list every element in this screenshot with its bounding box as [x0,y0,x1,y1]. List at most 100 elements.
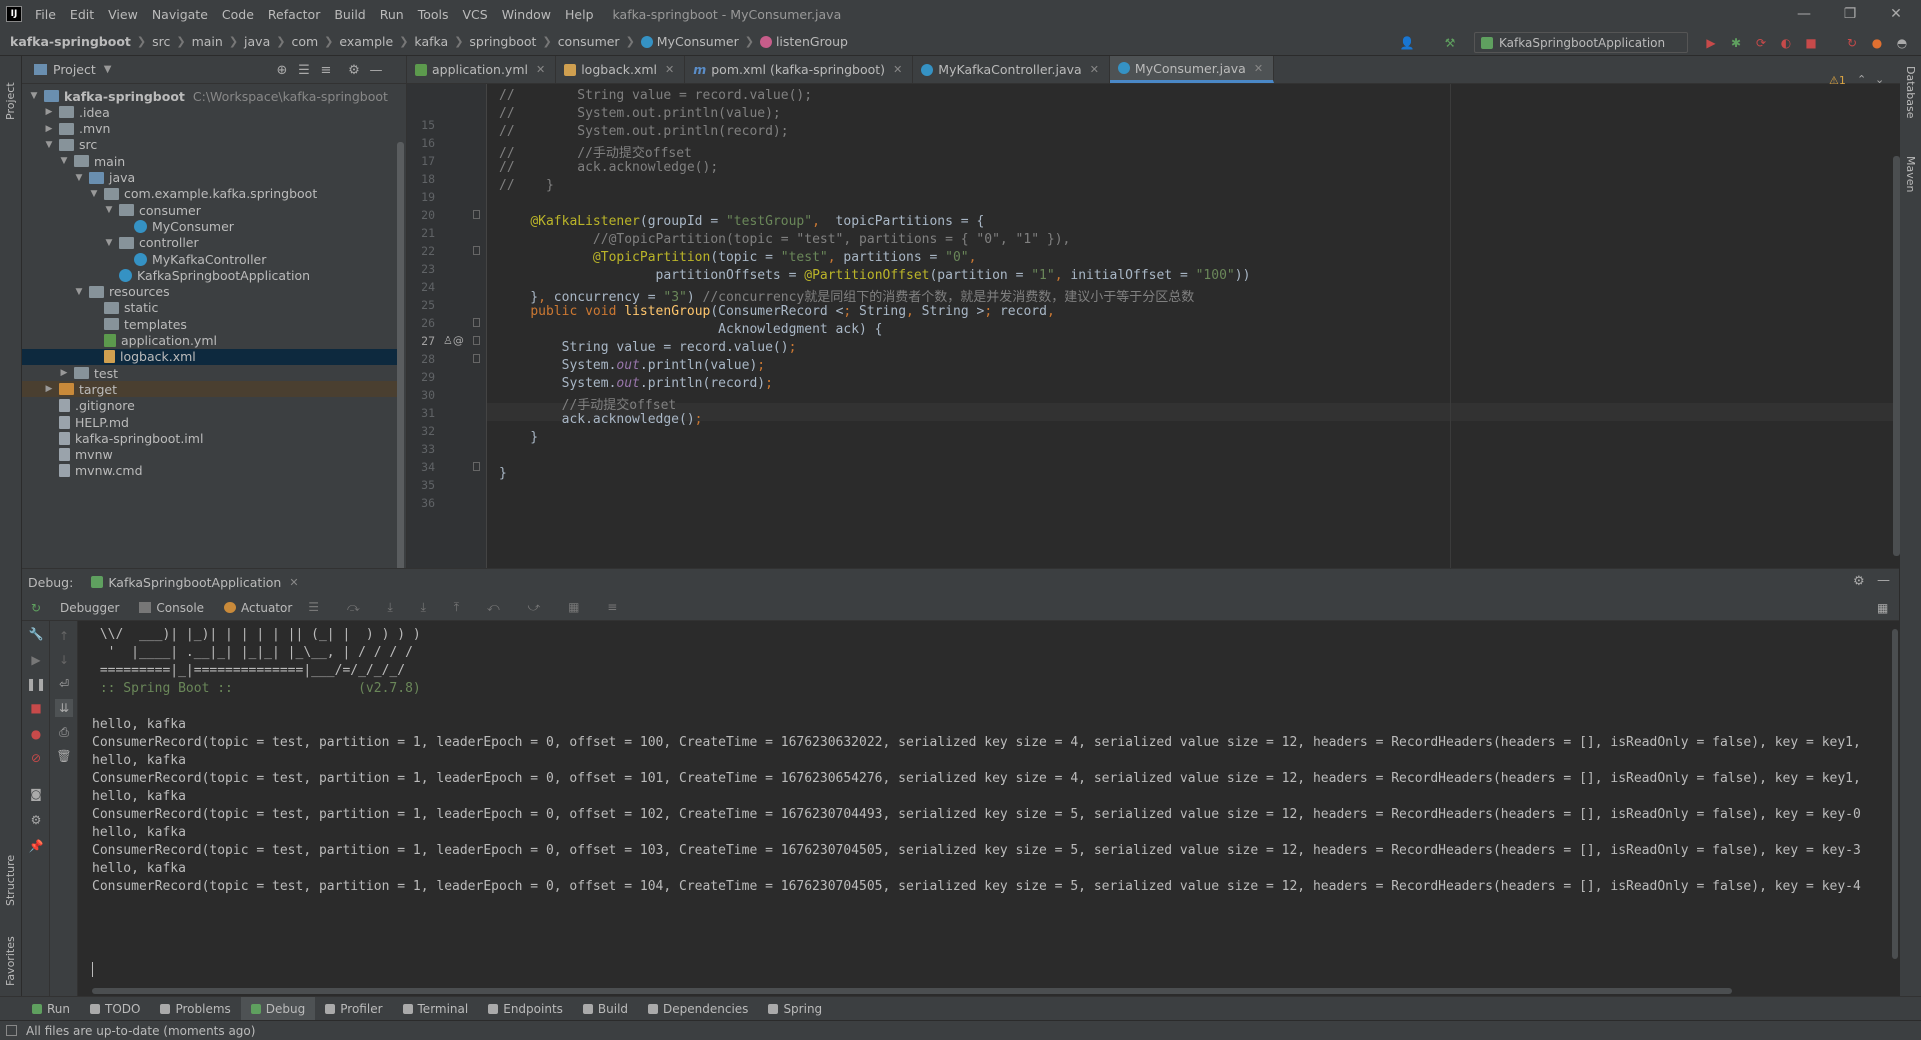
code-line[interactable]: // System.out.println(record); [499,124,789,139]
tree-item[interactable]: mvnw.cmd [22,463,398,479]
close-window-button[interactable]: ✕ [1873,0,1919,28]
chevron-down-icon[interactable]: ▼ [104,64,112,75]
expand-all-icon[interactable]: ☰ [296,62,312,78]
crumb-main[interactable]: main [192,34,223,49]
chevron-down-icon[interactable]: ▼ [88,189,100,199]
gear-icon[interactable]: ⚙ [346,62,362,78]
side-tab-favorites[interactable]: Favorites [4,916,17,986]
tree-item[interactable]: MyKafkaController [22,251,398,267]
layout-icon[interactable]: ▦ [1877,601,1888,615]
tree-item[interactable]: HELP.md [22,414,398,430]
chevron-right-icon[interactable]: ▶ [58,368,70,378]
menu-help[interactable]: Help [558,7,601,22]
build-hammer-icon[interactable]: ⚒ [1441,34,1459,52]
tree-item[interactable]: KafkaSpringbootApplication [22,267,398,283]
step-controls[interactable]: ☰ ⤼ ⤓ ⤓ ⤒ ⤺ ⤻ ▦ ≡ [308,600,629,615]
tree-item[interactable]: ▶ target [22,381,398,398]
tree-item[interactable]: templates [22,316,398,332]
chevron-down-icon[interactable]: ▼ [73,287,85,297]
crumb-consumer[interactable]: consumer [558,34,620,49]
coverage-icon[interactable]: ⟳ [1752,34,1770,52]
chevron-right-icon[interactable]: ▶ [43,107,55,117]
crumb-myconsumer[interactable]: MyConsumer [657,34,739,49]
chevron-right-icon[interactable]: ▶ [43,124,55,134]
stop-icon[interactable]: ■ [27,699,45,717]
chevron-down-icon[interactable]: ▼ [73,173,85,183]
menu-code[interactable]: Code [215,7,261,22]
user-icon[interactable]: 👤 [1398,34,1416,52]
console-vscrollbar[interactable] [1892,629,1898,959]
crumb-project[interactable]: kafka-springboot [10,34,131,49]
close-icon[interactable]: ✕ [1090,63,1099,76]
implemented-marker-icon[interactable]: ♙@ [443,334,464,347]
tree-item[interactable]: MyConsumer [22,218,398,234]
fold-marker-icon[interactable] [473,462,480,471]
tree-item[interactable]: ▶ .mvn [22,121,398,137]
side-tab-structure[interactable]: Structure [4,836,17,906]
scroll-to-end-icon[interactable]: ⇊ [55,699,73,717]
profile-icon[interactable]: ◐ [1777,34,1795,52]
crumb-springboot[interactable]: springboot [469,34,536,49]
run-icon[interactable]: ▶ [1702,34,1720,52]
close-icon[interactable]: ✕ [536,63,545,76]
minimize-button[interactable]: — [1781,0,1827,28]
stop-icon[interactable]: ■ [1802,34,1820,52]
tree-item[interactable]: ▼ main [22,153,398,169]
chevron-down-icon[interactable]: ⌄ [1875,73,1884,86]
tree-item[interactable]: logback.xml [22,348,398,365]
project-scrollbar[interactable] [397,142,404,572]
crumb-example[interactable]: example [339,34,393,49]
code-line[interactable]: // System.out.println(value); [499,106,781,121]
tree-item[interactable]: ▼ java [22,170,398,186]
view-breakpoints-icon[interactable]: ● [27,725,45,743]
fold-marker-icon[interactable] [473,246,480,255]
chevron-down-icon[interactable]: ▼ [103,205,115,215]
chevron-down-icon[interactable]: ▼ [43,140,55,150]
code-line[interactable]: @TopicPartition(topic = "test", partitio… [499,250,977,265]
close-icon[interactable]: ✕ [289,576,298,589]
inspection-warning-icon[interactable]: ⚠1 [1829,74,1846,87]
menu-navigate[interactable]: Navigate [145,7,215,22]
close-icon[interactable]: ✕ [665,63,674,76]
bottom-tab-todo[interactable]: TODO [80,997,150,1021]
tree-item[interactable]: ▶ test [22,365,398,381]
code-line[interactable]: //@TopicPartition(topic = "test", partit… [499,232,1070,247]
tree-item[interactable]: ▼ controller [22,235,398,251]
code-line[interactable]: // String value = record.value(); [499,88,812,103]
tree-item[interactable]: ▼ resources [22,284,398,300]
code-line[interactable]: ack.acknowledge(); [499,412,703,427]
tab-logback-xml[interactable]: logback.xml ✕ [556,56,686,83]
tree-item[interactable]: ▼ kafka-springboot C:\Workspace\kafka-spri… [22,88,398,104]
code-line[interactable]: } [499,466,507,481]
fold-marker-icon[interactable] [473,354,480,363]
hide-icon[interactable]: — [1877,573,1890,588]
close-icon[interactable]: ✕ [893,63,902,76]
crumb-kafka[interactable]: kafka [414,34,448,49]
bottom-tab-debug[interactable]: Debug [240,996,316,1021]
tree-item[interactable]: ▼ src [22,137,398,153]
menu-run[interactable]: Run [373,7,411,22]
menu-vcs[interactable]: VCS [456,7,495,22]
bottom-tab-terminal[interactable]: Terminal [393,997,479,1021]
bottom-tab-dependencies[interactable]: Dependencies [638,997,758,1021]
camera-icon[interactable]: ◙ [27,785,45,803]
maximize-button[interactable]: ❐ [1827,0,1873,28]
menu-build[interactable]: Build [327,7,372,22]
tab-console[interactable]: Console [129,595,214,621]
pause-icon[interactable]: ❚❚ [26,675,46,693]
rerun-icon[interactable]: ↻ [22,601,50,615]
code-line[interactable]: String value = record.value(); [499,340,797,355]
tab-debugger[interactable]: Debugger [50,595,129,621]
tool-windows-icon[interactable] [6,1025,17,1036]
crumb-listengroup[interactable]: listenGroup [776,34,848,49]
side-tab-database[interactable]: Database [1904,66,1917,146]
side-tab-maven[interactable]: Maven [1904,156,1917,216]
bottom-tab-build[interactable]: Build [573,997,638,1021]
tab-actuator[interactable]: Actuator [214,595,302,621]
code-line[interactable]: // //手动提交offset [499,142,692,161]
bottom-tab-profiler[interactable]: Profiler [315,997,392,1021]
arrow-up-icon[interactable]: ↑ [55,627,73,645]
fold-marker-icon[interactable] [473,336,480,345]
debug-session-tab[interactable]: KafkaSpringbootApplication [108,575,281,590]
chevron-down-icon[interactable]: ▼ [28,91,40,101]
